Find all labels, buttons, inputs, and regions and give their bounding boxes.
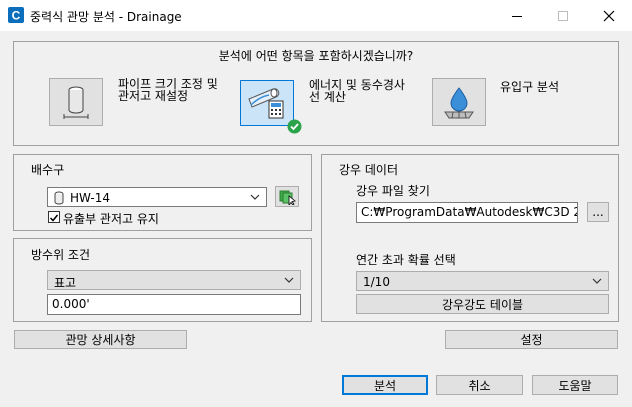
energy-calc-icon [248, 88, 284, 119]
pipe-resize-icon [63, 86, 89, 119]
rainfall-file-label: 강우 파일 찾기 [356, 184, 430, 198]
idf-table-button[interactable]: 강우강도 테이블 [356, 294, 609, 314]
outfall-structure-icon [54, 191, 64, 205]
energy-calc-label: 에너지 및 동수경사 선 계산 [309, 79, 405, 103]
minimize-button[interactable] [494, 0, 540, 31]
pick-from-drawing-icon [279, 190, 296, 205]
browse-rainfall-file-button[interactable]: ... [587, 202, 609, 222]
annual-exceedance-select[interactable]: 1/10 [356, 271, 609, 291]
help-button[interactable]: 도움말 [532, 375, 618, 395]
maximize-icon [558, 10, 568, 21]
inlet-analysis-button[interactable] [432, 78, 486, 126]
cancel-button[interactable]: 취소 [436, 375, 523, 395]
outfall-select[interactable]: HW-14 [47, 187, 267, 207]
svg-text:C: C [12, 9, 21, 23]
pick-outfall-button[interactable] [275, 186, 299, 207]
analyze-button[interactable]: 분석 [342, 375, 428, 395]
annual-exceedance-selected: 1/10 [363, 275, 390, 289]
pipe-resize-label-line2: 관저고 재설정 [118, 89, 189, 103]
tailwater-title: 방수위 조건 [31, 248, 91, 262]
chevron-down-icon [250, 194, 260, 200]
outfall-selected: HW-14 [70, 191, 111, 205]
minimize-icon [512, 15, 522, 17]
network-details-button[interactable]: 관망 상세사항 [14, 330, 187, 349]
energy-calc-button[interactable] [240, 80, 294, 126]
rainfall-file-path-input[interactable]: C:₩ProgramData₩Autodesk₩C3D 202 [356, 202, 578, 223]
chevron-down-icon [592, 278, 602, 284]
annual-exceedance-label: 연간 초과 확률 선택 [356, 253, 456, 267]
inlet-icon [444, 87, 474, 119]
settings-button[interactable]: 설정 [445, 330, 618, 349]
chevron-down-icon [284, 277, 294, 283]
tailwater-elevation-input[interactable]: 0.000' [47, 294, 301, 315]
tailwater-condition-select[interactable]: 표고 [47, 270, 301, 290]
outfall-title: 배수구 [31, 163, 65, 177]
close-button[interactable] [586, 0, 632, 31]
energy-calc-label-line2: 선 계산 [309, 90, 346, 104]
pipe-resize-label: 파이프 크기 조정 및 관저고 재설정 [118, 78, 218, 102]
selected-check-icon [287, 119, 302, 134]
tailwater-condition-selected: 표고 [54, 276, 77, 290]
close-icon [603, 10, 615, 21]
maintain-outfall-invert-label: 유출부 관저고 유지 [63, 212, 159, 226]
title-bar: C 중력식 관망 분석 - Drainage [0, 0, 632, 31]
maximize-button[interactable] [540, 0, 586, 31]
maintain-outfall-invert-checkbox[interactable] [48, 211, 60, 223]
app-icon: C [8, 7, 24, 23]
inlet-analysis-label: 유입구 분석 [500, 80, 560, 94]
window-title: 중력식 관망 분석 - Drainage [30, 10, 182, 24]
checkmark-icon [49, 214, 59, 222]
rainfall-title: 강우 데이터 [339, 163, 399, 177]
pipe-resize-button[interactable] [49, 78, 103, 126]
analysis-question: 분석에 어떤 항목을 포함하시겠습니까? [218, 49, 414, 63]
